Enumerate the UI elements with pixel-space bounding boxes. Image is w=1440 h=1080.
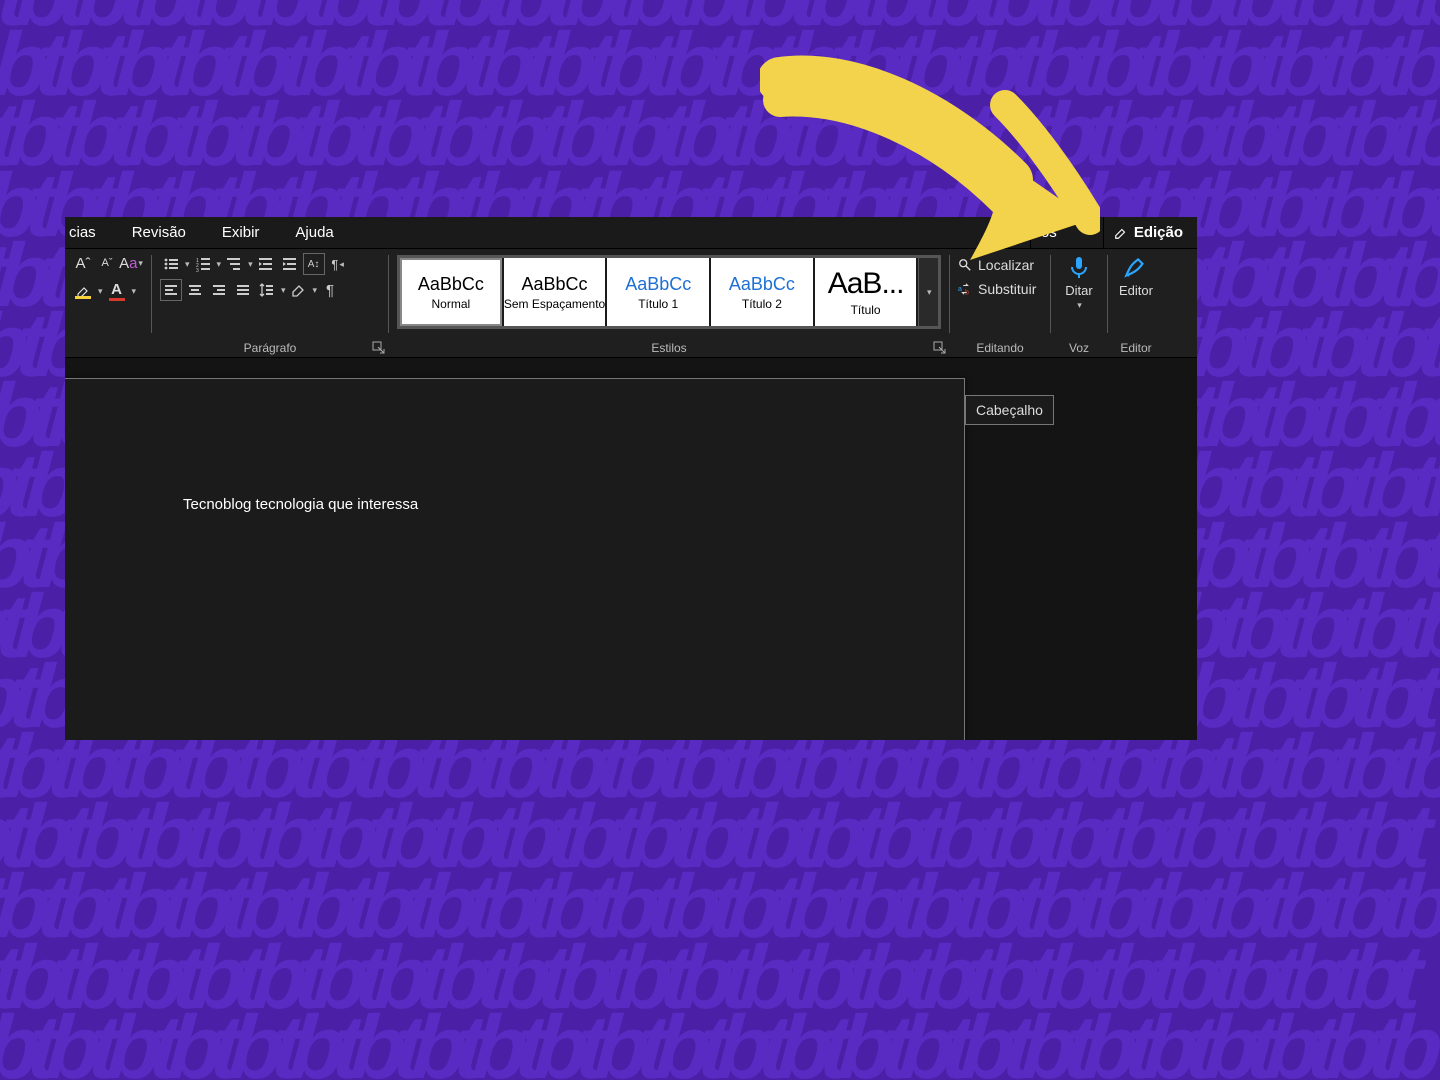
tab-comentarios[interactable]: os	[1030, 217, 1067, 248]
numbering-dropdown[interactable]: ▾	[217, 259, 222, 270]
align-right-button[interactable]	[208, 279, 230, 301]
style-normal[interactable]: AaBbCc Normal	[400, 258, 502, 326]
tab-revisao[interactable]: Revisão	[132, 224, 186, 241]
increase-indent-button[interactable]	[279, 253, 301, 275]
show-paragraph-marks-button[interactable]: ¶◂	[327, 253, 349, 275]
highlight-color-dropdown[interactable]: ▾	[98, 286, 103, 297]
decrease-indent-button[interactable]	[255, 253, 277, 275]
editing-group-label: Editando	[950, 341, 1050, 357]
font-group: Aˆ Aˇ Aa▾ ▾ A ▾	[65, 249, 151, 357]
editor-group: Editor Editor	[1108, 249, 1164, 357]
tab-ajuda[interactable]: Ajuda	[295, 224, 333, 241]
document-text[interactable]: Tecnoblog tecnologia que interessa	[183, 496, 924, 513]
pilcrow-button[interactable]: ¶	[319, 279, 341, 301]
styles-dialog-launcher[interactable]	[933, 341, 947, 355]
align-left-button[interactable]	[160, 279, 182, 301]
replace-label: Substituir	[978, 281, 1036, 297]
replace-icon: a b	[958, 282, 972, 296]
line-spacing-dropdown[interactable]: ▾	[281, 285, 286, 296]
style-name: Normal	[432, 297, 471, 311]
shading-button[interactable]	[288, 279, 310, 301]
editor-pen-icon	[1122, 253, 1150, 281]
editor-label: Editor	[1119, 283, 1153, 298]
grow-font-button[interactable]: Aˆ	[73, 253, 93, 273]
multilevel-list-dropdown[interactable]: ▾	[248, 259, 253, 270]
svg-text:3: 3	[196, 268, 199, 272]
align-center-button[interactable]	[184, 279, 206, 301]
change-case-button[interactable]: Aa▾	[121, 253, 141, 273]
microphone-icon	[1065, 253, 1093, 281]
tab-edit-mode[interactable]: Edição	[1103, 217, 1193, 248]
style-sample: AaB...	[828, 267, 904, 301]
find-button[interactable]: Localizar	[958, 253, 1042, 277]
voice-group-label: Voz	[1051, 341, 1107, 357]
voice-group: Ditar ▾ Voz	[1051, 249, 1107, 357]
paragraph-group-label: Parágrafo	[152, 341, 388, 357]
highlight-color-button[interactable]	[73, 281, 93, 301]
line-spacing-button[interactable]	[256, 279, 278, 301]
style-name: Título	[851, 303, 881, 317]
header-tag[interactable]: Cabeçalho	[965, 395, 1054, 425]
style-titulo[interactable]: AaB... Título	[815, 258, 917, 326]
pencil-icon	[1114, 226, 1128, 240]
style-name: Título 1	[638, 297, 678, 311]
styles-group: AaBbCc Normal AaBbCc Sem Espaçamento AaB…	[389, 249, 949, 357]
paragraph-dialog-launcher[interactable]	[372, 341, 386, 355]
dictate-label: Ditar	[1065, 283, 1092, 298]
bullets-dropdown[interactable]: ▾	[185, 259, 190, 270]
style-sample: AaBbCc	[729, 274, 795, 295]
replace-button[interactable]: a b Substituir	[958, 277, 1042, 301]
styles-group-label: Estilos	[389, 341, 949, 357]
sort-button[interactable]: A↕	[303, 253, 325, 275]
editor-button[interactable]: Editor	[1116, 253, 1156, 298]
ribbon: Aˆ Aˇ Aa▾ ▾ A ▾ ▾ 123▾	[65, 248, 1197, 358]
bullets-button[interactable]	[160, 253, 182, 275]
style-sample: AaBbCc	[522, 274, 588, 295]
search-icon	[958, 258, 972, 272]
style-name: Título 2	[742, 297, 782, 311]
dictate-dropdown[interactable]: ▾	[1077, 300, 1082, 311]
document-page[interactable]: Tecnoblog tecnologia que interessa	[65, 378, 965, 740]
dictate-button[interactable]: Ditar ▾	[1059, 253, 1099, 311]
multilevel-list-button[interactable]	[223, 253, 245, 275]
justify-button[interactable]	[232, 279, 254, 301]
word-window: cias Revisão Exibir Ajuda os Edição Aˆ A…	[65, 217, 1197, 740]
style-name: Sem Espaçamento	[504, 297, 605, 311]
style-sample: AaBbCc	[418, 274, 484, 295]
shrink-font-button[interactable]: Aˇ	[97, 253, 117, 273]
style-titulo-1[interactable]: AaBbCc Título 1	[607, 258, 709, 326]
font-color-button[interactable]: A	[107, 281, 127, 301]
find-label: Localizar	[978, 257, 1034, 273]
styles-gallery: AaBbCc Normal AaBbCc Sem Espaçamento AaB…	[397, 255, 941, 329]
numbering-button[interactable]: 123	[192, 253, 214, 275]
tab-exibir[interactable]: Exibir	[222, 224, 260, 241]
tab-comentarios-label: os	[1041, 224, 1057, 241]
style-sem-espacamento[interactable]: AaBbCc Sem Espaçamento	[504, 258, 606, 326]
tab-edit-mode-label: Edição	[1134, 224, 1183, 241]
editor-group-label: Editor	[1108, 341, 1164, 357]
ribbon-tabs: cias Revisão Exibir Ajuda os Edição	[65, 217, 1197, 248]
shading-dropdown[interactable]: ▾	[313, 285, 318, 296]
style-titulo-2[interactable]: AaBbCc Título 2	[711, 258, 813, 326]
styles-gallery-more[interactable]: ▾	[918, 258, 938, 326]
svg-text:a: a	[958, 286, 962, 293]
paragraph-group: ▾ 123▾ ▾ A↕ ¶◂ ▾ ▾ ¶ Parágrafo	[152, 249, 388, 357]
style-sample: AaBbCc	[625, 274, 691, 295]
tab-referencias[interactable]: cias	[69, 224, 96, 241]
document-area: Tecnoblog tecnologia que interessa Cabeç…	[65, 358, 1197, 740]
editing-group: Localizar a b Substituir Editando	[950, 249, 1050, 357]
font-color-dropdown[interactable]: ▾	[132, 286, 137, 297]
